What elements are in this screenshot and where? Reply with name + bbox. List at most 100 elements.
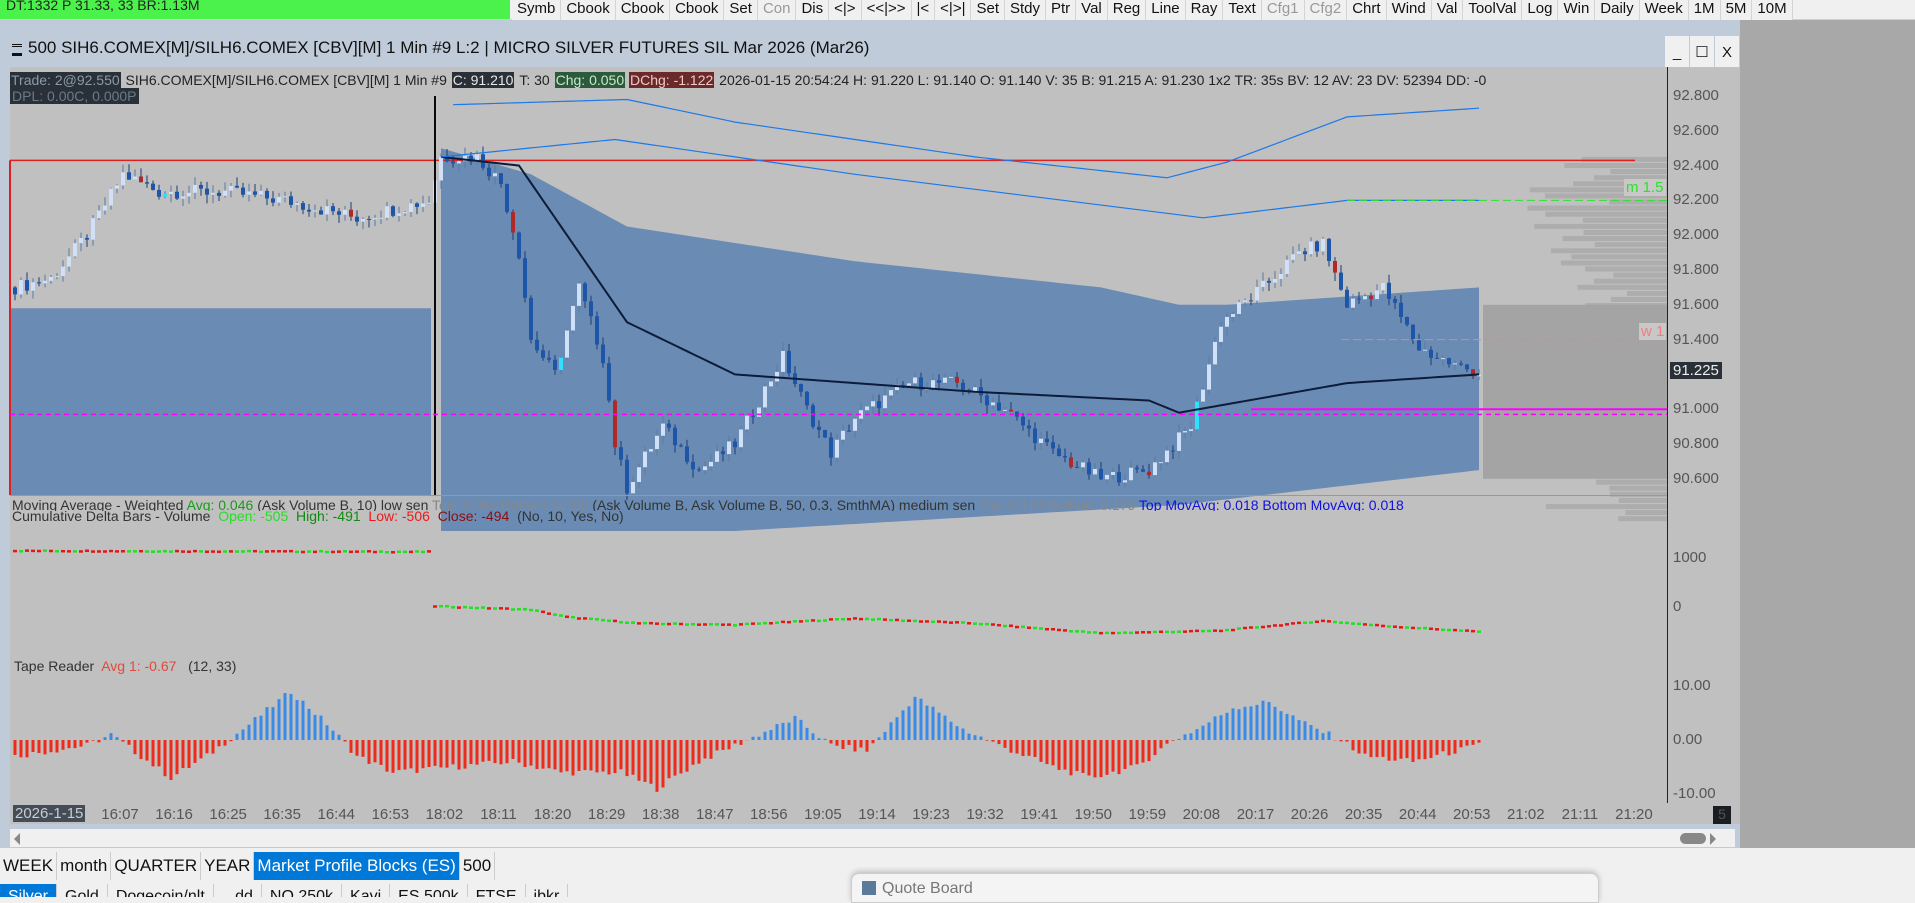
delta-bar xyxy=(685,623,689,626)
toolbar-button-cfg1[interactable]: Cfg1 xyxy=(1262,0,1305,20)
tape-bar xyxy=(638,740,641,781)
tape-reader-pane[interactable] xyxy=(10,647,1667,803)
candle-body xyxy=(985,395,989,405)
toolbar-button-daily[interactable]: Daily xyxy=(1595,0,1639,20)
tape-bar xyxy=(1190,733,1193,740)
toolbar-button-win[interactable]: Win xyxy=(1558,0,1595,20)
tape-bar xyxy=(806,728,809,740)
scroll-thumb[interactable] xyxy=(1680,833,1706,844)
delta-bar xyxy=(865,618,869,621)
toolbar-button-reg[interactable]: Reg xyxy=(1108,0,1147,20)
minimize-button[interactable]: _ xyxy=(1665,36,1689,70)
tape-bar xyxy=(1076,740,1079,771)
delta-bar xyxy=(757,622,761,625)
toolbar-button-cbook[interactable]: Cbook xyxy=(616,0,670,20)
tape-bar xyxy=(386,740,389,772)
tab-quarter[interactable]: QUARTER xyxy=(111,852,201,880)
candle-body xyxy=(1381,283,1385,291)
toolbar-button-wind[interactable]: Wind xyxy=(1387,0,1432,20)
time-axis[interactable]: 16:0716:1616:2516:3516:4416:5318:0218:11… xyxy=(10,803,1740,824)
workspace-tab[interactable]: Kavi xyxy=(342,884,390,897)
tab-market-profile-blocks-es-[interactable]: Market Profile Blocks (ES) xyxy=(254,852,459,880)
menu-icon[interactable] xyxy=(12,44,22,56)
volume-profile-bar xyxy=(1563,236,1667,241)
toolbar-button-10m[interactable]: 10M xyxy=(1752,0,1792,20)
workspace-tab[interactable]: FTSE xyxy=(468,884,526,897)
toolbar-button-con[interactable]: Con xyxy=(758,0,797,20)
delta-bar xyxy=(589,618,593,621)
delta-bar xyxy=(103,550,107,553)
candle-body xyxy=(1279,274,1283,279)
delta-bar xyxy=(1207,630,1211,633)
tape-bar xyxy=(1442,740,1445,751)
toolbar-button-set[interactable]: Set xyxy=(724,0,758,20)
toolbar-button-log[interactable]: Log xyxy=(1522,0,1558,20)
workspace-tab[interactable]: ...dd xyxy=(214,884,262,897)
toolbar-button-chrt[interactable]: Chrt xyxy=(1347,0,1386,20)
tape-bar xyxy=(1460,740,1463,747)
tape-bar xyxy=(1472,740,1475,745)
candle-body xyxy=(871,401,875,406)
delta-bar xyxy=(61,550,65,553)
tab-year[interactable]: YEAR xyxy=(201,852,254,880)
scroll-left-icon[interactable] xyxy=(14,833,20,845)
delta-study-label: Cumulative Delta Bars - Volume Open: -50… xyxy=(12,508,624,524)
toolbar-button-line[interactable]: Line xyxy=(1146,0,1185,20)
delta-bar xyxy=(283,550,287,553)
tape-bar xyxy=(1184,734,1187,740)
tape-bar xyxy=(860,740,863,748)
workspace-tab[interactable]: NQ 250k xyxy=(262,884,342,897)
maximize-button[interactable]: ☐ xyxy=(1690,36,1714,70)
delta-bar xyxy=(745,623,749,626)
delta-bar xyxy=(829,618,833,621)
volume-profile-bar xyxy=(1551,248,1667,253)
toolbar-button-5m[interactable]: 5M xyxy=(1721,0,1753,20)
toolbar-button-ptr[interactable]: Ptr xyxy=(1046,0,1076,20)
delta-bar xyxy=(691,623,695,626)
candle-body xyxy=(1201,390,1205,402)
quote-board-window[interactable]: Quote Board xyxy=(851,873,1599,903)
toolbar-button-[interactable]: |< xyxy=(912,0,936,20)
delta-bar xyxy=(643,622,647,625)
tab-month[interactable]: month xyxy=(57,852,111,880)
scroll-right-icon[interactable] xyxy=(1710,833,1716,845)
toolbar-button-val[interactable]: Val xyxy=(1432,0,1464,20)
candle-body xyxy=(1237,302,1241,314)
toolbar-button-ray[interactable]: Ray xyxy=(1186,0,1224,20)
toolbar-button-dis[interactable]: Dis xyxy=(796,0,829,20)
toolbar-button-1m[interactable]: 1M xyxy=(1689,0,1721,20)
tape-axis-label: -10.00 xyxy=(1673,785,1716,802)
workspace-tab[interactable]: Silver xyxy=(0,884,57,897)
toolbar-button-cbook[interactable]: Cbook xyxy=(670,0,724,20)
toolbar-button-cbook[interactable]: Cbook xyxy=(561,0,615,20)
toolbar-button-set[interactable]: Set xyxy=(971,0,1005,20)
toolbar-button-week[interactable]: Week xyxy=(1640,0,1689,20)
toolbar-button-[interactable]: <<|>> xyxy=(862,0,912,20)
tape-bar xyxy=(1046,740,1049,764)
toolbar-button-[interactable]: <|>| xyxy=(935,0,971,20)
toolbar-button-cfg2[interactable]: Cfg2 xyxy=(1305,0,1348,20)
toolbar-button-symb[interactable]: Symb xyxy=(512,0,561,20)
tape-bar xyxy=(1322,733,1325,740)
toolbar-button-toolval[interactable]: ToolVal xyxy=(1463,0,1522,20)
toolbar-button-val[interactable]: Val xyxy=(1076,0,1108,20)
workspace-tab[interactable]: Dogecoin/nlt xyxy=(108,884,214,897)
horizontal-scrollbar[interactable] xyxy=(10,829,1735,847)
delta-bar xyxy=(499,607,503,610)
workspace-tab[interactable]: Gold xyxy=(57,884,108,897)
close-button[interactable]: X xyxy=(1715,36,1739,70)
tab-500[interactable]: 500 xyxy=(460,852,495,880)
candle-body xyxy=(283,196,287,197)
delta-bar xyxy=(949,621,953,623)
toolbar-button-text[interactable]: Text xyxy=(1223,0,1262,20)
toolbar-button-[interactable]: <|> xyxy=(829,0,861,20)
candle-body xyxy=(43,281,47,284)
candle-body xyxy=(1303,251,1307,254)
workspace-tab[interactable]: ibkr xyxy=(526,884,569,897)
delta-bar xyxy=(1189,630,1193,633)
price-pane[interactable] xyxy=(10,67,1667,495)
tab-week[interactable]: WEEK xyxy=(0,852,57,880)
toolbar-button-stdy[interactable]: Stdy xyxy=(1005,0,1046,20)
delta-bar xyxy=(595,618,599,621)
workspace-tab[interactable]: ES 500k xyxy=(390,884,467,897)
